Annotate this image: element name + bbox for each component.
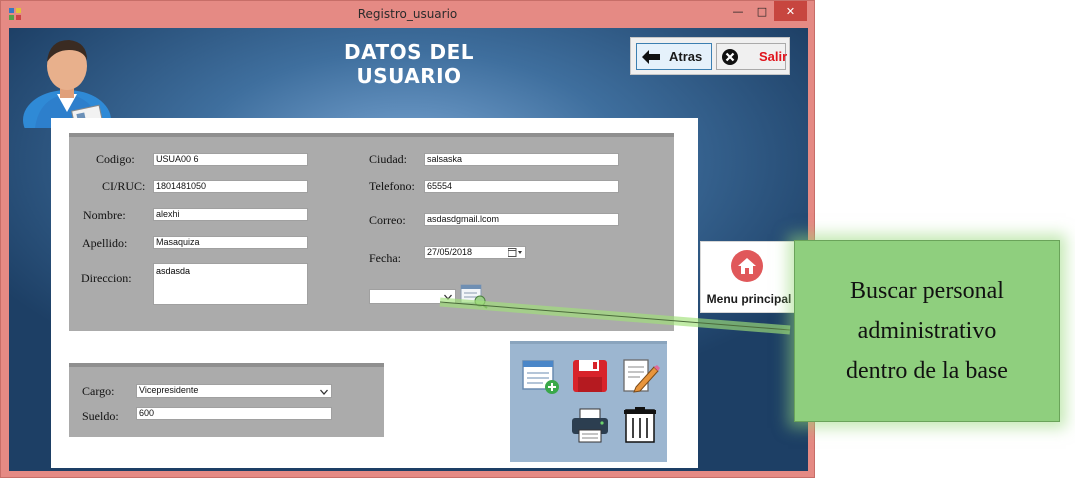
callout-line-1: Buscar personal xyxy=(850,278,1004,304)
cargo-label: Cargo: xyxy=(82,384,115,398)
direccion-textarea[interactable]: asdasda xyxy=(153,263,308,305)
close-window-button[interactable]: ✕ xyxy=(774,1,807,21)
apellido-label: Apellido: xyxy=(82,236,128,250)
sueldo-field[interactable]: 600 xyxy=(136,407,332,420)
app-window: Registro_usuario — □ ✕ DATOS DEL USUARIO xyxy=(0,0,815,478)
codigo-field[interactable]: USUA00 6 xyxy=(153,153,308,166)
page-title: DATOS DEL USUARIO xyxy=(343,40,475,88)
correo-field[interactable]: asdasdgmail.lcom xyxy=(424,213,619,226)
arrow-left-icon xyxy=(641,47,661,67)
chevron-down-icon xyxy=(320,389,328,395)
ciruc-field[interactable]: 1801481050 xyxy=(153,180,308,193)
window-title: Registro_usuario xyxy=(357,7,458,21)
minimize-button[interactable]: — xyxy=(726,1,750,21)
menu-principal-button[interactable]: Menu principal xyxy=(700,241,798,313)
calendar-icon[interactable] xyxy=(508,248,522,257)
nombre-field[interactable]: alexhi xyxy=(153,208,308,221)
fecha-datepicker[interactable]: 27/05/2018 xyxy=(424,246,526,259)
search-combo[interactable] xyxy=(369,289,456,304)
save-icon[interactable] xyxy=(570,357,610,395)
action-toolbar xyxy=(510,341,667,462)
close-circle-icon xyxy=(721,47,739,67)
callout-line-2: administrativo xyxy=(857,318,997,344)
correo-label: Correo: xyxy=(369,213,406,227)
screen: Registro_usuario — □ ✕ DATOS DEL USUARIO xyxy=(0,0,1075,478)
annotation-callout: Buscar personal administrativo dentro de… xyxy=(794,240,1060,422)
ciruc-label: CI/RUC: xyxy=(102,179,146,193)
edit-icon[interactable] xyxy=(620,357,660,395)
top-button-bar: Atras Salir xyxy=(630,37,790,75)
ciudad-field[interactable]: salsaska xyxy=(424,153,619,166)
ciudad-label: Ciudad: xyxy=(369,152,407,166)
exit-button-label: Salir xyxy=(759,49,788,64)
menu-principal-label: Menu principal xyxy=(706,292,792,306)
trash-icon[interactable] xyxy=(620,406,660,444)
title-bar[interactable]: Registro_usuario — □ ✕ xyxy=(1,1,814,28)
printer-icon[interactable] xyxy=(570,406,610,444)
fecha-label: Fecha: xyxy=(369,251,401,265)
nombre-label: Nombre: xyxy=(83,208,126,222)
user-avatar-icon xyxy=(23,40,111,128)
telefono-label: Telefono: xyxy=(369,179,415,193)
telefono-field[interactable]: 65554 xyxy=(424,180,619,193)
fecha-value: 27/05/2018 xyxy=(427,247,473,257)
job-data-group: Cargo: Vicepresidente Sueldo: 600 xyxy=(69,363,384,437)
exit-button[interactable]: Salir xyxy=(716,43,788,70)
codigo-label: Codigo: xyxy=(96,152,135,166)
back-button-label: Atras xyxy=(669,49,703,64)
search-record-icon[interactable] xyxy=(460,283,488,309)
direccion-label: Direccion: xyxy=(81,271,132,285)
cargo-value: Vicepresidente xyxy=(139,385,199,395)
personal-data-group: Codigo: USUA00 6 CI/RUC: 1801481050 Nomb… xyxy=(69,133,674,331)
back-button[interactable]: Atras xyxy=(636,43,712,70)
home-icon xyxy=(731,250,763,282)
callout-line-3: dentro de la base xyxy=(846,358,1008,384)
maximize-button[interactable]: □ xyxy=(750,1,774,21)
new-record-icon[interactable] xyxy=(521,357,561,395)
user-data-panel: Codigo: USUA00 6 CI/RUC: 1801481050 Nomb… xyxy=(51,118,698,468)
sueldo-label: Sueldo: xyxy=(82,409,119,423)
form-area: DATOS DEL USUARIO Atras Salir Codigo: US… xyxy=(9,28,808,471)
chevron-down-icon xyxy=(444,294,452,300)
cargo-select[interactable]: Vicepresidente xyxy=(136,384,332,398)
apellido-field[interactable]: Masaquiza xyxy=(153,236,308,249)
